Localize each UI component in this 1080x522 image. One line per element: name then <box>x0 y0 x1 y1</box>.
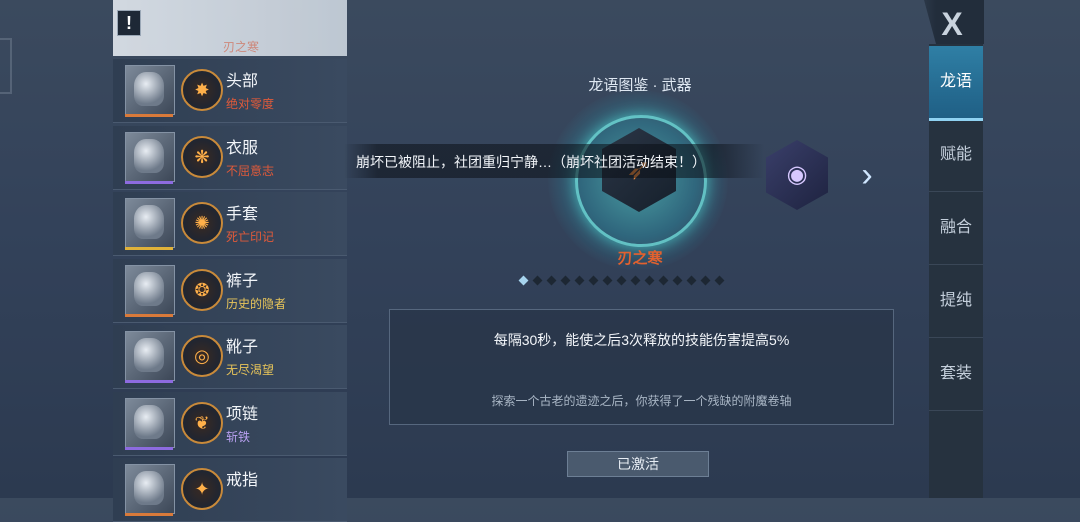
page-dot[interactable] <box>546 275 557 286</box>
helmet-icon <box>125 65 175 115</box>
equipment-row[interactable]: ✦ 戒指 <box>113 458 347 522</box>
notice-banner: 崩坏已被阻止，社团重归宁静…（崩坏社团活动结束！） <box>344 144 764 178</box>
rarity-bar <box>125 513 173 516</box>
rarity-bar <box>125 180 173 184</box>
nav-tab[interactable]: 提纯 <box>929 265 983 338</box>
equipment-name: 靴子 <box>226 339 259 356</box>
enchant-icon: ❂ <box>181 268 223 311</box>
page-indicator <box>518 275 725 287</box>
equipment-name: 头部 <box>226 73 259 90</box>
page-dot[interactable] <box>714 275 725 286</box>
enchant-name: 无尽渴望 <box>226 363 275 377</box>
page-dot[interactable] <box>602 275 613 286</box>
nav-tab[interactable]: 融合 <box>929 192 983 265</box>
equipment-row[interactable]: ✸ 头部 绝对零度 <box>113 59 347 123</box>
enchant-icon: ❦ <box>181 401 223 444</box>
effect-description: 每隔30秒，能使之后3次释放的技能伤害提高5% <box>493 332 790 348</box>
page-dot[interactable] <box>644 275 655 286</box>
page-dot[interactable] <box>672 275 683 286</box>
nav-tab[interactable]: 赋能 <box>929 119 983 192</box>
page-dot[interactable] <box>560 275 571 286</box>
page-dot[interactable] <box>532 275 543 286</box>
enchant-name: 绝对零度 <box>226 97 275 111</box>
necklace-icon <box>125 397 175 448</box>
page-dot[interactable] <box>630 275 641 286</box>
enchant-name: 死亡印记 <box>226 230 275 244</box>
page-dot[interactable] <box>588 275 599 286</box>
equipment-name: 裤子 <box>226 272 259 290</box>
enchant-icon: ✸ <box>181 69 223 111</box>
page-dot[interactable] <box>686 275 697 286</box>
page-dot[interactable] <box>616 275 627 286</box>
notice-banner-text: 崩坏已被阻止，社团重归宁静…（崩坏社团活动结束！） <box>356 154 706 170</box>
nav-tab[interactable]: 套装 <box>929 338 983 411</box>
activated-button[interactable]: 已激活 <box>567 451 709 477</box>
equipment-row[interactable]: ◎ 靴子 无尽渴望 <box>113 325 347 389</box>
equipment-name: 戒指 <box>226 472 259 489</box>
back-bracket-icon[interactable] <box>0 38 12 94</box>
pants-icon <box>125 264 175 315</box>
emblem-name: 刃之寒 <box>617 250 663 267</box>
enchant-icon: ◎ <box>181 335 223 377</box>
rarity-bar <box>125 313 173 317</box>
enchant-name: 不屈意志 <box>226 163 275 178</box>
enchant-name: 历史的隐者 <box>226 296 287 311</box>
equipment-row[interactable]: ❦ 项链 斩铁 <box>113 391 347 456</box>
rarity-bar <box>125 380 173 383</box>
equipment-row[interactable]: ✺ 手套 死亡印记 <box>113 192 347 256</box>
next-emblem-eye-icon[interactable]: ◉ <box>766 140 828 210</box>
next-arrow-icon[interactable]: › <box>852 155 882 195</box>
description-box: 每隔30秒，能使之后3次释放的技能伤害提高5% 探索一个古老的遗迹之后，你获得了… <box>389 309 894 425</box>
nav-tab[interactable]: 龙语 <box>929 46 983 121</box>
flavor-text: 探索一个古老的遗迹之后，你获得了一个残缺的附魔卷轴 <box>491 394 792 408</box>
page-dot[interactable] <box>518 275 529 286</box>
rarity-bar <box>125 446 173 450</box>
enchant-name: 斩铁 <box>226 429 251 444</box>
boots-icon <box>125 331 175 381</box>
close-icon[interactable]: X <box>932 6 972 42</box>
equipment-row[interactable]: ❂ 裤子 历史的隐者 <box>113 258 347 323</box>
rarity-bar <box>125 114 173 117</box>
page-dot[interactable] <box>574 275 585 286</box>
armor-icon <box>125 131 175 182</box>
equipment-name: 手套 <box>226 206 259 223</box>
equipment-row-partial-sub: 刃之寒 <box>223 40 260 54</box>
equipment-row-partial[interactable]: 刃之寒 <box>113 0 347 56</box>
equipment-row[interactable]: ❋ 衣服 不屈意志 <box>113 125 347 190</box>
ring-icon <box>125 464 175 514</box>
enchant-icon: ✦ <box>181 468 223 510</box>
page-dot[interactable] <box>658 275 669 286</box>
enchant-icon: ❋ <box>181 135 223 178</box>
gloves-icon <box>125 198 175 248</box>
equipment-name: 衣服 <box>226 139 259 157</box>
alert-icon[interactable]: ! <box>117 10 141 36</box>
enchant-icon: ✺ <box>181 202 223 244</box>
page-dot[interactable] <box>700 275 711 286</box>
equipment-name: 项链 <box>226 405 259 423</box>
rarity-bar <box>125 247 173 250</box>
